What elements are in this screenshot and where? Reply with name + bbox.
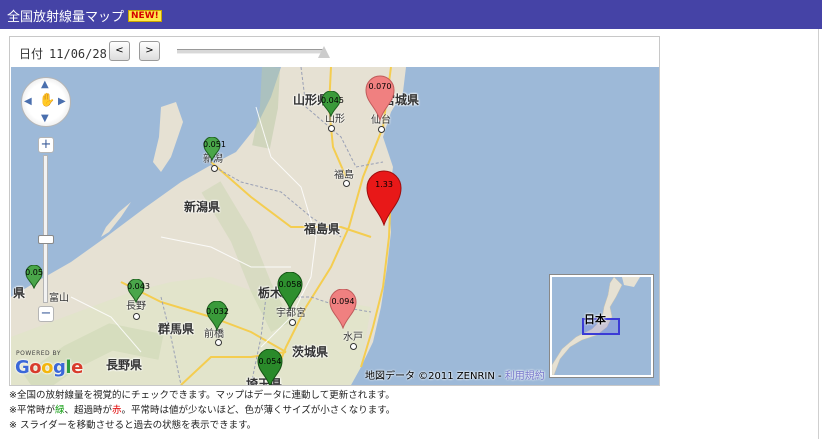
date-label: 日付 bbox=[19, 47, 44, 61]
map-view[interactable]: 山形県 宮城県 新潟県 福島県 栃木県 群馬県 茨城県 長野県 埼玉県 県 山形… bbox=[11, 67, 659, 385]
dose-marker[interactable]: 0.054 bbox=[257, 349, 283, 385]
note-line: ※全国の放射線量を視覚的にチェックできます。マップはデータに連動して更新されます… bbox=[9, 390, 395, 401]
slider-thumb[interactable] bbox=[318, 46, 330, 58]
prev-date-button[interactable]: < bbox=[109, 41, 130, 61]
google-logo[interactable]: Google bbox=[15, 357, 83, 378]
powered-by-label: POWERED BY bbox=[16, 350, 62, 357]
zoom-handle[interactable] bbox=[38, 235, 54, 244]
city-label: 福島 bbox=[334, 170, 354, 181]
city-dot bbox=[133, 313, 140, 320]
pref-label: 群馬県 bbox=[158, 322, 195, 336]
city-dot bbox=[350, 343, 357, 350]
city-dot bbox=[211, 165, 218, 172]
note-text: ※平常時が bbox=[9, 405, 55, 416]
slider-track[interactable] bbox=[177, 49, 324, 54]
pan-control[interactable]: ▲ ▼ ◀ ▶ ✋ bbox=[21, 77, 71, 127]
page-title: 全国放射線量マップ bbox=[7, 10, 125, 25]
new-badge: NEW! bbox=[128, 10, 162, 22]
dose-value: 0.070 bbox=[368, 82, 392, 91]
right-border bbox=[818, 29, 819, 439]
dose-marker[interactable]: 0.045 bbox=[321, 91, 344, 117]
map-panel: 日付 11/06/28 < > 山形県 宮城県 新潟県 福島県 栃木県 群馬県 … bbox=[9, 36, 660, 386]
city-label: 水戸 bbox=[343, 332, 363, 343]
dose-value: 1.33 bbox=[375, 180, 393, 189]
overview-map[interactable]: 日本 bbox=[550, 275, 653, 377]
note-red-word: 赤 bbox=[112, 405, 122, 416]
pref-label: 長野県 bbox=[106, 358, 143, 372]
dose-marker[interactable]: 0.05 bbox=[25, 265, 43, 289]
dose-value: 0.054 bbox=[258, 357, 282, 366]
note-text: 、超過時が bbox=[64, 405, 112, 416]
pin-icon bbox=[257, 349, 283, 385]
overview-label: 日本 bbox=[584, 313, 606, 326]
dose-marker[interactable]: 0.043 bbox=[127, 279, 150, 303]
city-dot bbox=[289, 319, 296, 326]
dose-marker[interactable]: 0.058 bbox=[277, 272, 303, 310]
title-bar: 全国放射線量マップ NEW! bbox=[0, 0, 822, 29]
hand-icon[interactable]: ✋ bbox=[39, 93, 55, 108]
map-copyright: 地図データ ©2011 ZENRIN - 利用規約 bbox=[365, 367, 545, 382]
dose-value: 0.05 bbox=[25, 268, 43, 277]
dose-value: 0.058 bbox=[278, 280, 302, 289]
note-text: 。平常時は値が少ないほど、色が薄くサイズが小さくなります。 bbox=[121, 405, 396, 416]
date-value: 11/06/28 bbox=[49, 47, 107, 61]
copyright-text: 地図データ ©2011 ZENRIN - bbox=[365, 371, 505, 382]
pref-label: 新潟県 bbox=[184, 200, 221, 214]
pin-icon bbox=[329, 289, 357, 329]
zoom-slider[interactable] bbox=[43, 155, 48, 303]
dose-marker[interactable]: 0.032 bbox=[206, 301, 229, 331]
google-logo-text: Google bbox=[15, 357, 83, 378]
date-display: 日付 11/06/28 bbox=[19, 45, 107, 62]
dose-marker[interactable]: 1.33 bbox=[366, 170, 402, 226]
dose-value: 0.094 bbox=[331, 297, 355, 306]
pin-icon bbox=[366, 170, 402, 226]
pan-up-icon[interactable]: ▲ bbox=[41, 79, 49, 90]
pref-label: 福島県 bbox=[304, 222, 341, 236]
city-dot bbox=[215, 339, 222, 346]
dose-marker[interactable]: 0.051 bbox=[203, 137, 226, 161]
date-slider[interactable] bbox=[177, 44, 330, 60]
city-dot bbox=[378, 126, 385, 133]
dose-marker[interactable]: 0.070 bbox=[365, 75, 395, 121]
dose-value: 0.045 bbox=[321, 96, 344, 105]
note-line: ※平常時が緑、超過時が赤。平常時は値が少ないほど、色が薄くサイズが小さくなります… bbox=[9, 403, 395, 418]
pan-down-icon[interactable]: ▼ bbox=[41, 113, 49, 124]
next-date-button[interactable]: > bbox=[139, 41, 160, 61]
zoom-out-button[interactable]: − bbox=[38, 306, 54, 322]
note-line: ※ スライダーを移動させると過去の状態を表示できます。 bbox=[9, 420, 257, 431]
notes: ※全国の放射線量を視覚的にチェックできます。マップはデータに連動して更新されます… bbox=[9, 388, 395, 433]
pref-label: 県 bbox=[13, 286, 26, 300]
dose-value: 0.043 bbox=[127, 282, 150, 291]
pan-right-icon[interactable]: ▶ bbox=[58, 96, 66, 107]
pin-icon bbox=[206, 301, 228, 331]
zoom-in-button[interactable]: + bbox=[38, 137, 54, 153]
terms-link[interactable]: 利用規約 bbox=[505, 371, 545, 382]
dose-value: 0.032 bbox=[206, 307, 229, 316]
city-dot bbox=[328, 125, 335, 132]
dose-value: 0.051 bbox=[203, 140, 226, 149]
city-label: 富山 bbox=[49, 293, 69, 304]
pref-label: 茨城県 bbox=[292, 345, 329, 359]
city-dot bbox=[343, 180, 350, 187]
pan-left-icon[interactable]: ◀ bbox=[24, 96, 32, 107]
dose-marker[interactable]: 0.094 bbox=[329, 289, 357, 329]
pin-icon bbox=[277, 272, 303, 310]
